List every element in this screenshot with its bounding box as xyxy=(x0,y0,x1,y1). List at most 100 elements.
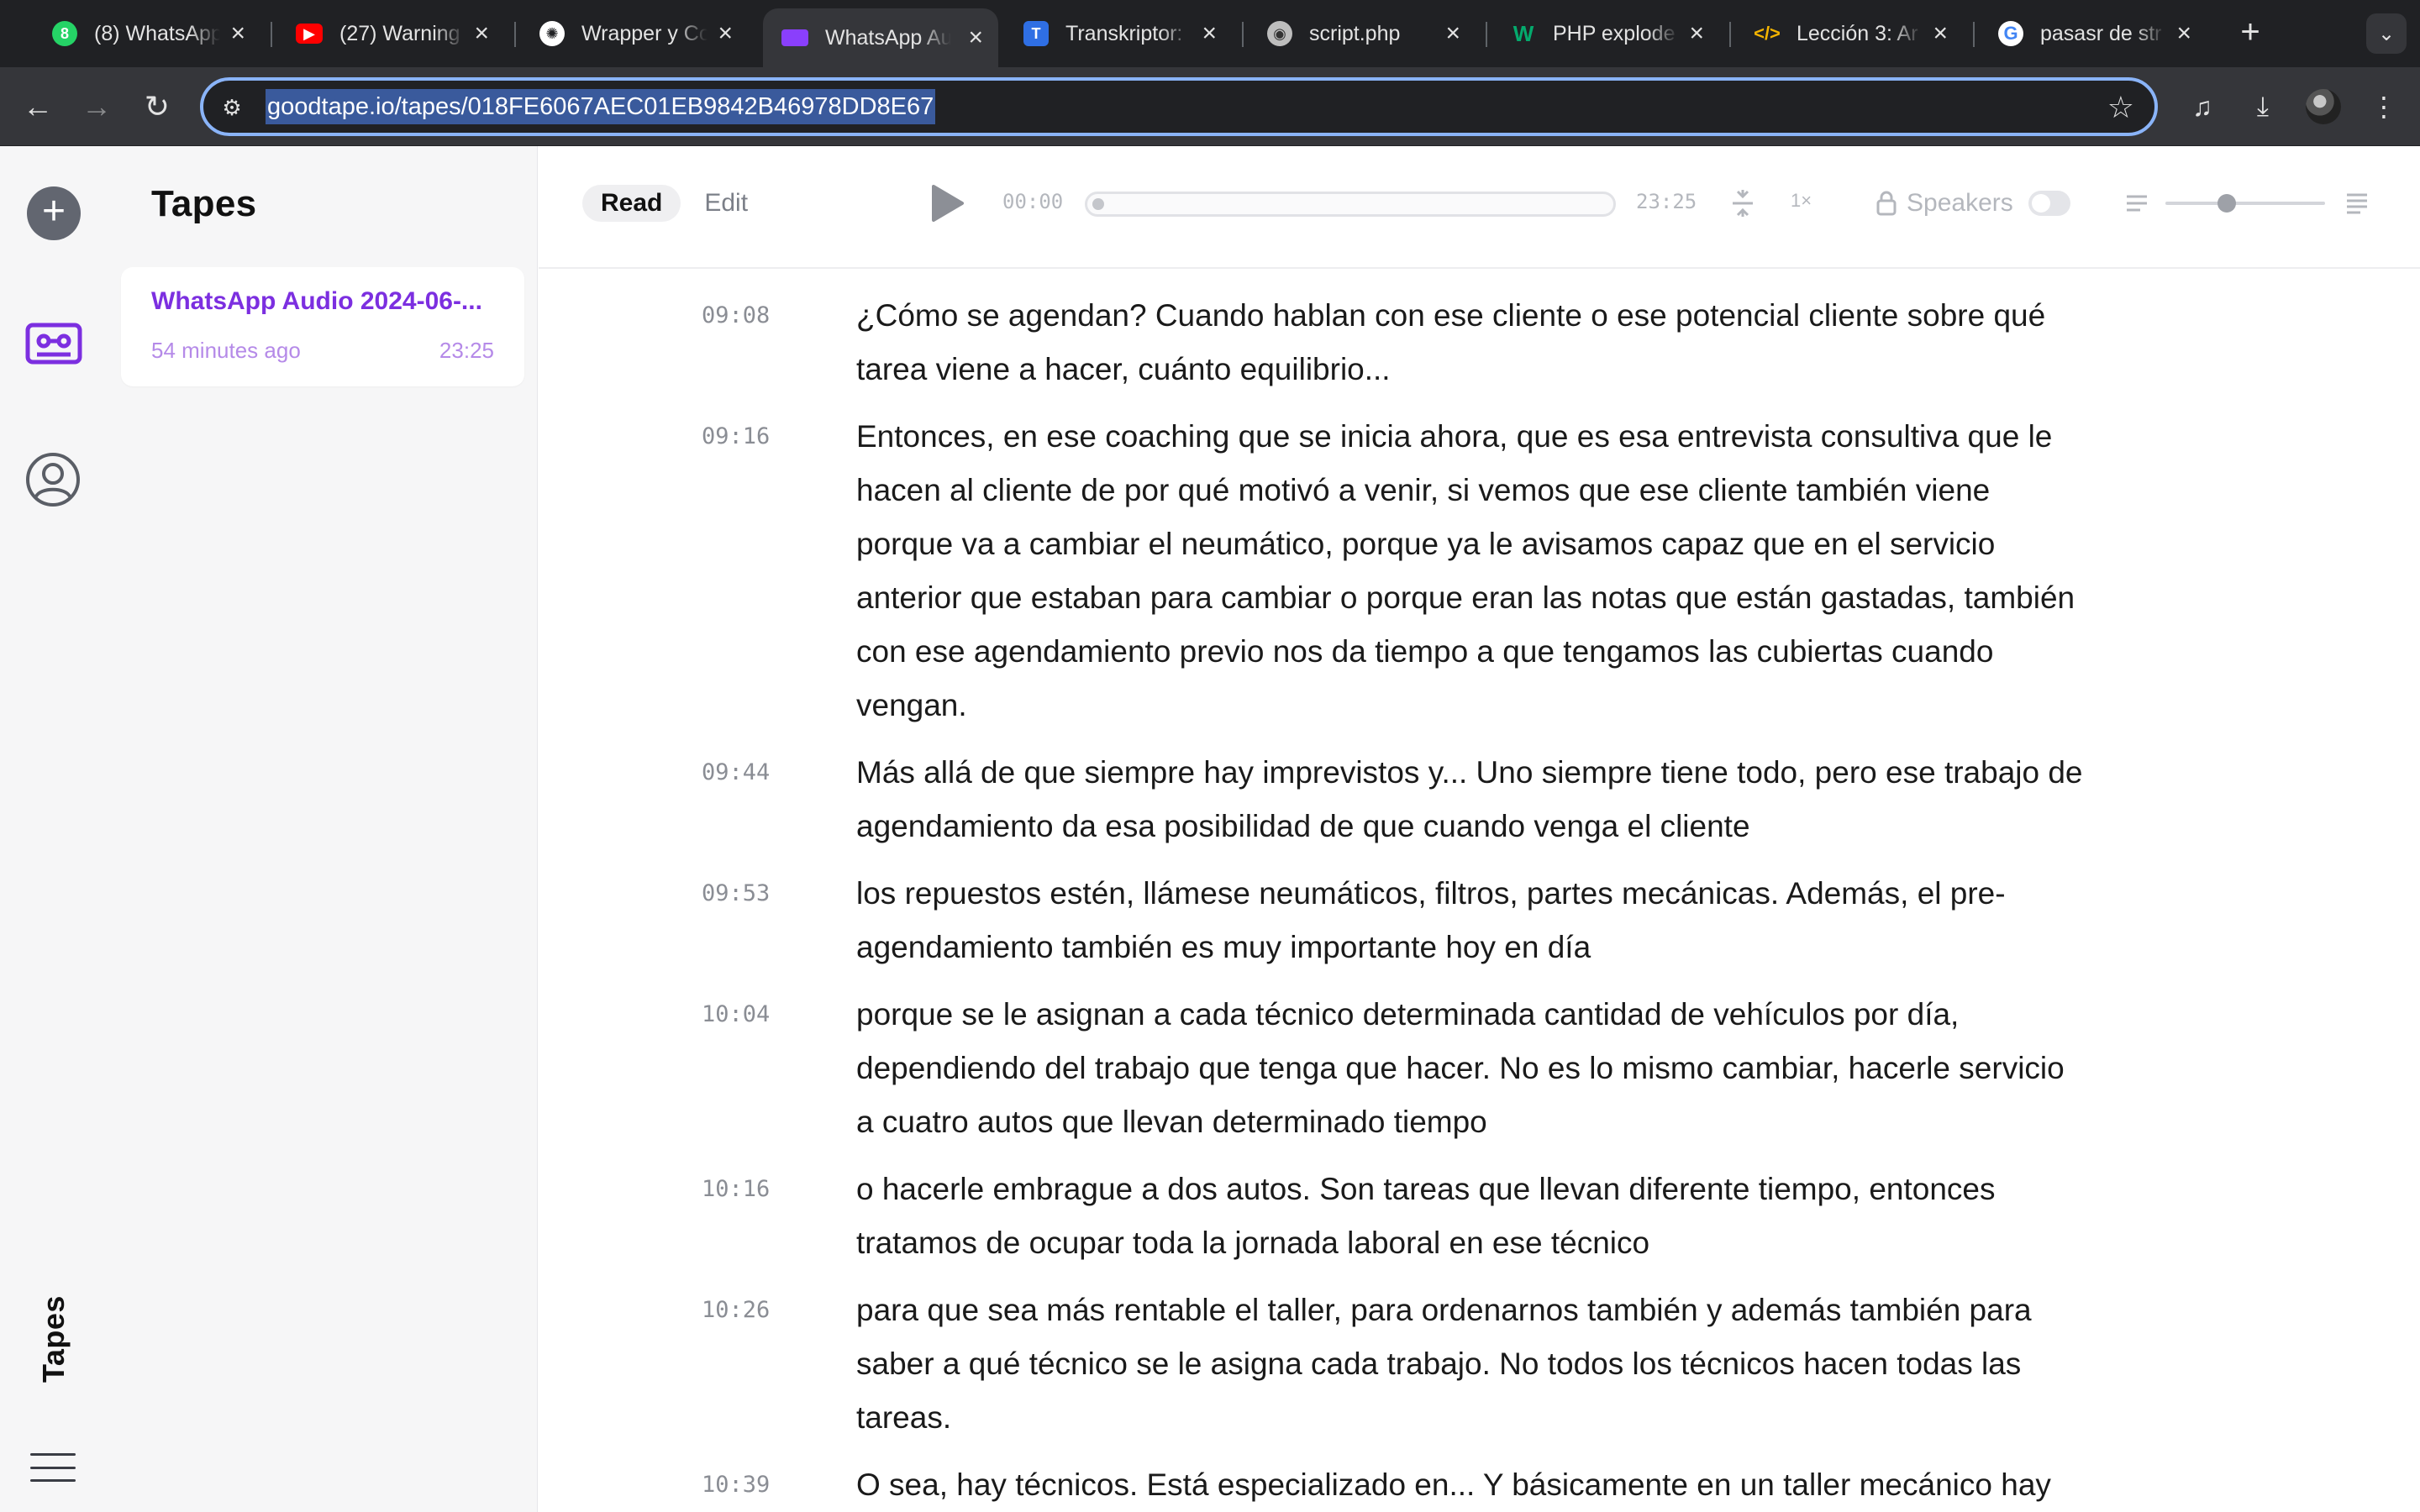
text-size-slider[interactable] xyxy=(2165,194,2325,213)
playback-speed-button[interactable]: 1× xyxy=(1791,190,1812,212)
profile-avatar[interactable] xyxy=(2306,89,2341,124)
bookmark-star-icon[interactable]: ☆ xyxy=(2107,89,2134,126)
transcript-segment[interactable]: 10:26 para que sea más rentable el talle… xyxy=(539,1284,2420,1445)
account-icon[interactable] xyxy=(25,452,81,507)
tab-title: Wrapper y Co xyxy=(581,21,708,45)
tape-list-item[interactable]: WhatsApp Audio 2024-06-... 54 minutes ag… xyxy=(121,267,524,386)
address-bar[interactable]: ⚙ goodtape.io/tapes/018FE6067AEC01EB9842… xyxy=(200,77,2158,136)
segment-timestamp[interactable]: 10:16 xyxy=(539,1163,856,1270)
browser-tab-goodtape[interactable]: WhatsApp Au × xyxy=(763,8,998,67)
back-arrow-icon[interactable]: ← xyxy=(18,87,57,126)
close-icon[interactable]: × xyxy=(1933,19,1948,48)
segment-text[interactable]: los repuestos estén, llámese neumáticos,… xyxy=(856,867,2083,974)
tab-title: pasasr de str xyxy=(2040,21,2162,45)
tab-separator xyxy=(1242,22,1244,47)
transcript-segment[interactable]: 10:16 o hacerle embrague a dos autos. So… xyxy=(539,1163,2420,1270)
tab-separator xyxy=(1486,22,1487,47)
site-settings-icon[interactable]: ⚙ xyxy=(217,92,247,123)
transcript-segment[interactable]: 10:39 O sea, hay técnicos. Está especial… xyxy=(539,1458,2420,1512)
browser-tab-php-explode[interactable]: W PHP explode × xyxy=(1492,10,1719,57)
segment-text[interactable]: Entonces, en ese coaching que se inicia … xyxy=(856,410,2083,732)
current-time: 00:00 xyxy=(1002,190,1064,213)
lock-icon xyxy=(1876,191,1897,216)
openai-icon: ✺ xyxy=(539,21,565,46)
tape-title: WhatsApp Audio 2024-06-... xyxy=(151,287,482,315)
segment-timestamp[interactable]: 10:26 xyxy=(539,1284,856,1445)
browser-tab-script-php[interactable]: ◉ script.php × xyxy=(1249,10,1476,57)
segment-text[interactable]: Más allá de que siempre hay imprevistos … xyxy=(856,746,2083,853)
segment-timestamp[interactable]: 09:08 xyxy=(539,289,856,396)
segment-text[interactable]: para que sea más rentable el taller, par… xyxy=(856,1284,2083,1445)
browser-tab-whatsapp[interactable]: 8 (8) WhatsApp × xyxy=(34,10,260,57)
segment-text[interactable]: o hacerle embrague a dos autos. Son tare… xyxy=(856,1163,2083,1270)
download-icon[interactable]: ⤓ xyxy=(2244,87,2282,126)
close-icon[interactable]: × xyxy=(474,19,489,48)
browser-tab-leccion[interactable]: </> Lección 3: Ar × xyxy=(1736,10,1963,57)
hamburger-menu-icon[interactable] xyxy=(30,1453,76,1482)
browser-tab-chatgpt[interactable]: ✺ Wrapper y Co × xyxy=(521,10,748,57)
media-controls-icon[interactable]: ♫ xyxy=(2183,87,2222,126)
segment-timestamp[interactable]: 09:16 xyxy=(539,410,856,732)
new-tab-button[interactable]: + xyxy=(2232,15,2269,52)
tab-separator xyxy=(1729,22,1731,47)
tab-title: Transkriptor: xyxy=(1065,21,1183,45)
tab-title: (27) Warning xyxy=(339,21,460,45)
close-icon[interactable]: × xyxy=(1445,19,1460,48)
transcript-segment[interactable]: 09:44 Más allá de que siempre hay imprev… xyxy=(539,746,2420,853)
close-icon[interactable]: × xyxy=(718,19,733,48)
segment-timestamp[interactable]: 10:04 xyxy=(539,988,856,1149)
transcript-segment[interactable]: 10:04 porque se le asignan a cada técnic… xyxy=(539,988,2420,1149)
browser-tab-google[interactable]: G pasasr de str × xyxy=(1980,10,2207,57)
tab-search-button[interactable]: ⌄ xyxy=(2366,13,2407,54)
playback-progress-bar[interactable] xyxy=(1085,192,1616,217)
play-icon[interactable] xyxy=(925,183,967,223)
transkriptor-icon: T xyxy=(1023,21,1049,46)
close-icon[interactable]: × xyxy=(230,19,245,48)
tab-title: Lección 3: Ar xyxy=(1797,21,1918,45)
segment-text[interactable]: ¿Cómo se agendan? Cuando hablan con ese … xyxy=(856,289,2083,396)
close-icon[interactable]: × xyxy=(1202,19,1217,48)
reload-icon[interactable]: ↻ xyxy=(138,87,176,126)
transcript-body: 09:08 ¿Cómo se agendan? Cuando hablan co… xyxy=(539,270,2420,1512)
php-icon: ◉ xyxy=(1267,21,1292,46)
segment-timestamp[interactable]: 09:53 xyxy=(539,867,856,974)
segment-timestamp[interactable]: 10:39 xyxy=(539,1458,856,1512)
transcript-view: Read Edit 00:00 23:25 1× Speakers 09:08 … xyxy=(539,146,2420,1512)
progress-knob[interactable] xyxy=(1092,198,1104,210)
tape-duration: 23:25 xyxy=(439,338,494,363)
browser-tab-transkriptor[interactable]: T Transkriptor: × xyxy=(1005,10,1232,57)
whatsapp-icon: 8 xyxy=(52,21,77,46)
close-icon[interactable]: × xyxy=(2176,19,2191,48)
tab-separator xyxy=(1973,22,1975,47)
tab-separator xyxy=(271,22,272,47)
text-size-large-icon[interactable] xyxy=(2345,192,2369,215)
segment-timestamp[interactable]: 09:44 xyxy=(539,746,856,853)
google-icon: G xyxy=(1998,21,2023,46)
tab-separator xyxy=(514,22,516,47)
transcript-segment[interactable]: 09:53 los repuestos estén, llámese neumá… xyxy=(539,867,2420,974)
collapse-arrows-icon[interactable] xyxy=(1730,188,1755,218)
url-text[interactable]: goodtape.io/tapes/018FE6067AEC01EB9842B4… xyxy=(266,89,936,124)
browser-tab-youtube[interactable]: ▶ (27) Warning × xyxy=(277,10,504,57)
transcript-segment[interactable]: 09:16 Entonces, en ese coaching que se i… xyxy=(539,410,2420,732)
read-mode-button[interactable]: Read xyxy=(582,185,681,222)
speakers-toggle[interactable] xyxy=(2028,191,2070,216)
w3schools-icon: W xyxy=(1512,20,1534,46)
segment-text[interactable]: O sea, hay técnicos. Está especializado … xyxy=(856,1458,2083,1512)
text-size-small-icon[interactable] xyxy=(2125,193,2149,213)
tab-title: PHP explode xyxy=(1553,21,1676,45)
cassette-tape-icon[interactable] xyxy=(25,323,82,365)
close-icon[interactable]: × xyxy=(1689,19,1704,48)
close-icon[interactable]: × xyxy=(968,24,983,52)
add-tape-button[interactable]: + xyxy=(27,186,81,240)
transcript-segment[interactable]: 09:08 ¿Cómo se agendan? Cuando hablan co… xyxy=(539,289,2420,396)
edit-mode-button[interactable]: Edit xyxy=(686,185,766,222)
segment-text[interactable]: porque se le asignan a cada técnico dete… xyxy=(856,988,2083,1149)
tab-title: script.php xyxy=(1309,21,1401,45)
total-time: 23:25 xyxy=(1636,190,1697,213)
text-size-slider-knob[interactable] xyxy=(2217,194,2236,213)
tape-age: 54 minutes ago xyxy=(151,338,301,363)
youtube-icon: ▶ xyxy=(296,24,323,44)
kebab-menu-icon[interactable]: ⋮ xyxy=(2365,87,2403,126)
forward-arrow-icon[interactable]: → xyxy=(77,87,116,126)
